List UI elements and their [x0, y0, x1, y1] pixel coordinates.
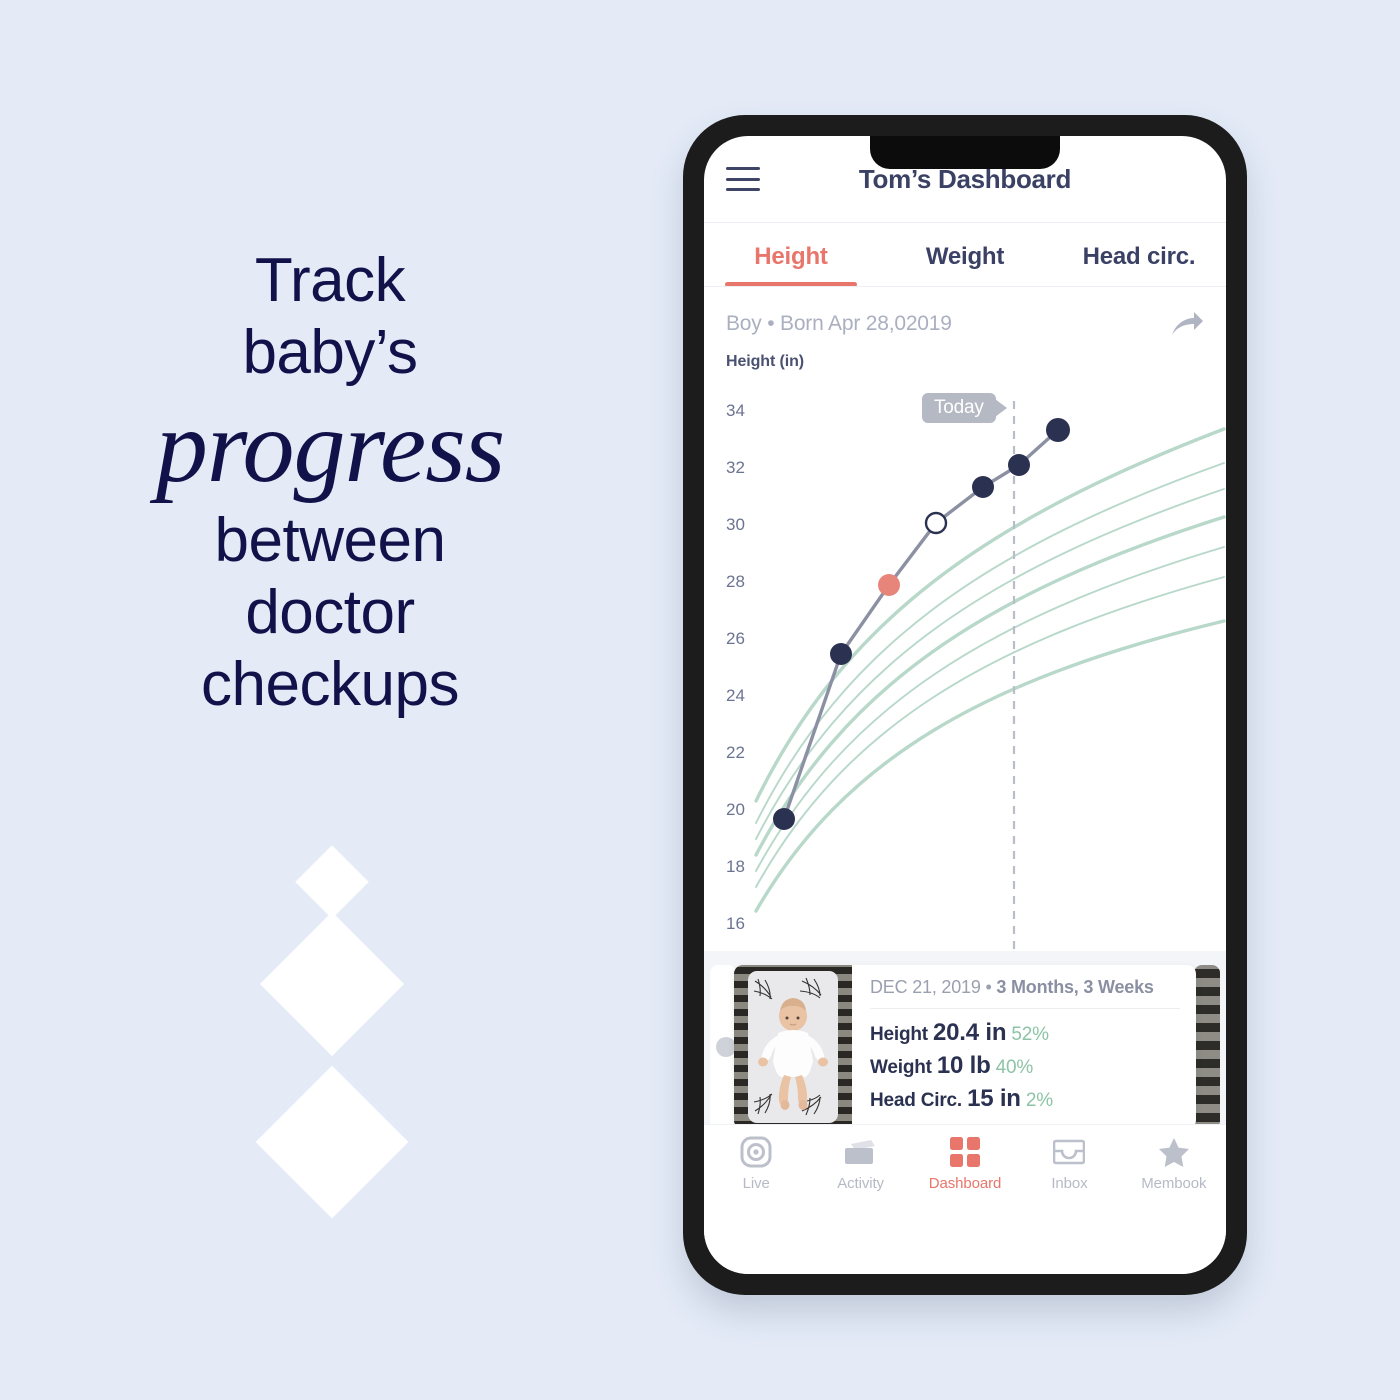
- data-point-5: [972, 476, 994, 498]
- nav-item-inbox[interactable]: Inbox: [1017, 1135, 1121, 1274]
- percentile-curves: [754, 427, 1226, 913]
- activity-cards-icon: [844, 1135, 878, 1169]
- nav-item-live[interactable]: Live: [704, 1135, 808, 1274]
- svg-text:34: 34: [726, 401, 745, 420]
- decorative-diamond-small: [295, 845, 369, 919]
- phone-screen: Tom’s Dashboard Height Weight Head circ.…: [704, 136, 1226, 1274]
- live-camera-icon: [740, 1135, 772, 1169]
- child-meta-text: Boy • Born Apr 28,02019: [726, 312, 952, 335]
- stat-head-circ: Head Circ. 15 in 2%: [870, 1085, 1180, 1113]
- marketing-line-5: doctor: [245, 578, 415, 647]
- stat-weight-percentile: 40%: [995, 1057, 1034, 1078]
- stat-height-value: 20.4 in: [933, 1019, 1007, 1046]
- stat-head-circ-label: Head Circ.: [870, 1090, 962, 1111]
- card-age-value: 3 Months, 3 Weeks: [996, 977, 1154, 997]
- child-meta-row: Boy • Born Apr 28,02019: [704, 287, 1226, 339]
- measurement-card-body: DEC 21, 2019 • 3 Months, 3 Weeks Height …: [852, 965, 1196, 1129]
- stat-head-circ-value: 15 in: [967, 1085, 1021, 1112]
- nav-label-activity: Activity: [837, 1175, 884, 1192]
- svg-text:32: 32: [726, 458, 745, 477]
- today-badge: Today: [922, 393, 1007, 423]
- decorative-diamond-large: [255, 1065, 409, 1219]
- tab-weight[interactable]: Weight: [878, 223, 1052, 287]
- data-point-6: [1008, 454, 1030, 476]
- carousel-peek-left[interactable]: [710, 965, 736, 1129]
- y-axis-ticks: 34 32 30 28 26 24 22 20 18 16: [726, 401, 745, 933]
- hamburger-icon[interactable]: [726, 167, 760, 191]
- baby-photo-illustration: [734, 965, 852, 1129]
- stat-height-label: Height: [870, 1024, 928, 1045]
- inbox-tray-icon: [1053, 1135, 1086, 1169]
- chart-axis-title: Height (in): [726, 353, 804, 370]
- stat-height: Height 20.4 in 52%: [870, 1019, 1180, 1047]
- svg-text:16: 16: [726, 914, 745, 933]
- nav-item-membook[interactable]: Membook: [1122, 1135, 1226, 1274]
- nav-label-live: Live: [742, 1175, 770, 1192]
- marketing-line-6: checkups: [201, 650, 459, 719]
- nav-label-inbox: Inbox: [1051, 1175, 1088, 1192]
- measurement-points: [773, 418, 1070, 830]
- growth-chart[interactable]: 34 32 30 28 26 24 22 20 18 16 Today: [704, 371, 1226, 951]
- card-date-separator: •: [985, 977, 992, 997]
- carousel-peek-right-image: [1194, 965, 1220, 1129]
- nav-item-dashboard[interactable]: Dashboard: [913, 1135, 1017, 1274]
- measurement-line: [782, 428, 1060, 820]
- phone-notch: [870, 136, 1060, 169]
- baby-in-crib-photo[interactable]: [734, 965, 852, 1129]
- measurement-card-carousel[interactable]: DEC 21, 2019 • 3 Months, 3 Weeks Height …: [704, 951, 1226, 1147]
- svg-text:30: 30: [726, 515, 745, 534]
- data-point-2: [830, 643, 852, 665]
- nav-label-dashboard: Dashboard: [928, 1175, 1002, 1192]
- nav-label-membook: Membook: [1141, 1175, 1207, 1192]
- metric-tabs: Height Weight Head circ.: [704, 222, 1226, 287]
- bottom-navigation: Live Activity Dashboard Inbox Membook: [704, 1124, 1226, 1274]
- card-date-value: DEC 21, 2019: [870, 977, 981, 997]
- data-point-4-selected: [924, 511, 948, 535]
- marketing-line-3-emphasis: progress: [155, 389, 505, 504]
- svg-text:24: 24: [726, 686, 745, 705]
- data-point-3-highlighted: [878, 574, 900, 596]
- data-point-1: [773, 808, 795, 830]
- stat-weight-label: Weight: [870, 1057, 932, 1078]
- data-point-7: [1046, 418, 1070, 442]
- share-arrow-icon[interactable]: [1170, 309, 1204, 339]
- stat-head-circ-percentile: 2%: [1025, 1090, 1053, 1111]
- marketing-copy: Track baby’s progress between doctor che…: [0, 245, 660, 721]
- marketing-line-2: baby’s: [242, 318, 418, 387]
- svg-text:26: 26: [726, 629, 745, 648]
- phone-mockup: Tom’s Dashboard Height Weight Head circ.…: [683, 115, 1247, 1295]
- growth-chart-svg: 34 32 30 28 26 24 22 20 18 16: [726, 401, 1226, 951]
- measurement-card-date: DEC 21, 2019 • 3 Months, 3 Weeks: [870, 977, 1180, 1009]
- stat-weight: Weight 10 lb 40%: [870, 1052, 1180, 1080]
- marketing-line-1: Track: [254, 246, 406, 315]
- measurement-stats: Height 20.4 in 52% Weight 10 lb 40% Head…: [870, 1009, 1180, 1113]
- nav-item-activity[interactable]: Activity: [808, 1135, 912, 1274]
- svg-text:22: 22: [726, 743, 745, 762]
- tab-height[interactable]: Height: [704, 223, 878, 287]
- tab-head-circ[interactable]: Head circ.: [1052, 223, 1226, 287]
- marketing-line-4: between: [214, 506, 446, 575]
- star-icon: [1158, 1135, 1190, 1169]
- dashboard-grid-icon: [950, 1135, 981, 1169]
- measurement-card[interactable]: DEC 21, 2019 • 3 Months, 3 Weeks Height …: [734, 965, 1196, 1129]
- carousel-peek-right[interactable]: [1194, 965, 1220, 1129]
- stat-weight-value: 10 lb: [936, 1052, 991, 1079]
- carousel-peek-left-image: [710, 965, 736, 1129]
- svg-text:28: 28: [726, 572, 745, 591]
- stat-height-percentile: 52%: [1011, 1024, 1049, 1045]
- svg-text:18: 18: [726, 857, 745, 876]
- decorative-diamond-medium: [259, 911, 405, 1057]
- svg-text:20: 20: [726, 800, 745, 819]
